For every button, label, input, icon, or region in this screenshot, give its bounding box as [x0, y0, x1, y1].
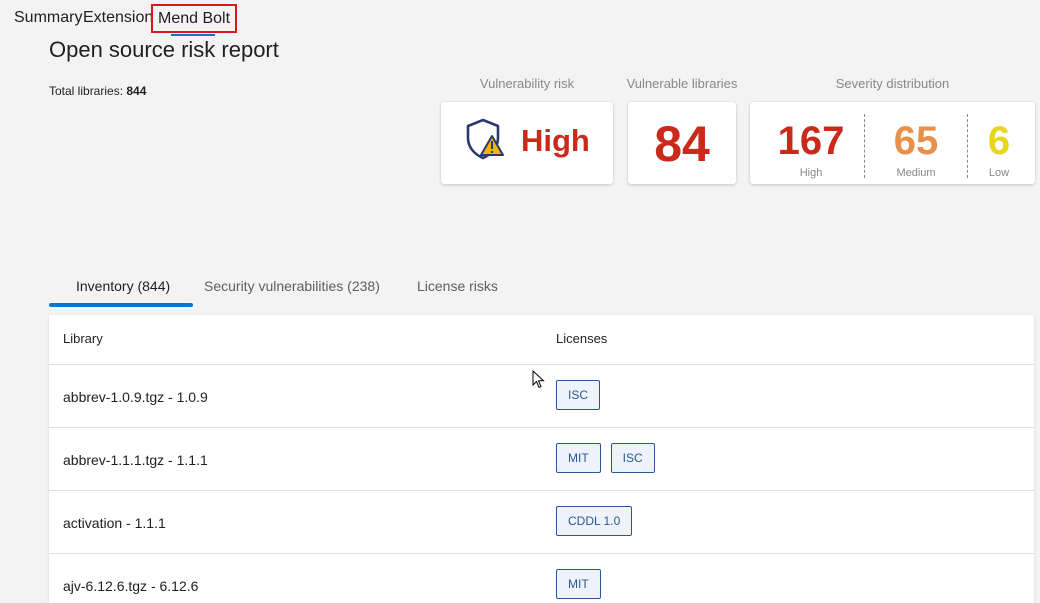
- severity-divider: [967, 114, 968, 178]
- license-list: CDDL 1.0: [556, 506, 633, 536]
- page-title: Open source risk report: [49, 37, 279, 62]
- tab-extensions[interactable]: Extensions: [83, 9, 161, 27]
- license-list: MIT: [556, 569, 601, 599]
- severity-medium-count: 65: [893, 119, 939, 163]
- column-header-licenses[interactable]: Licenses: [556, 331, 607, 346]
- tab-license-risks[interactable]: License risks: [417, 278, 498, 294]
- severity-high-label: High: [799, 167, 823, 179]
- active-tab-indicator: [171, 34, 215, 36]
- vulnerable-libraries-value: 84: [654, 116, 710, 172]
- license-badge[interactable]: ISC: [610, 443, 655, 473]
- shield-warning-icon: [466, 118, 504, 160]
- total-libraries-label: Total libraries:: [49, 84, 127, 98]
- table-row[interactable]: ajv-6.12.6.tgz - 6.12.6 MIT: [49, 554, 1034, 603]
- column-header-library[interactable]: Library: [63, 331, 103, 346]
- severity-low-count: 6: [987, 119, 1011, 163]
- license-badge[interactable]: CDDL 1.0: [556, 506, 633, 536]
- severity-high-count: 167: [777, 119, 845, 163]
- severity-distribution-card: 167 High 65 Medium 6 Low: [750, 102, 1035, 184]
- license-badge[interactable]: MIT: [556, 569, 601, 599]
- table-row[interactable]: activation - 1.1.1 CDDL 1.0: [49, 491, 1034, 554]
- library-name: ajv-6.12.6.tgz - 6.12.6: [63, 578, 199, 594]
- mouse-cursor-icon: [532, 370, 545, 389]
- tab-security-vulnerabilities[interactable]: Security vulnerabilities (238): [204, 278, 380, 294]
- license-badge[interactable]: MIT: [556, 443, 601, 473]
- severity-distribution-title: Severity distribution: [835, 76, 950, 91]
- tab-summary[interactable]: Summary: [14, 9, 82, 27]
- library-name: abbrev-1.1.1.tgz - 1.1.1: [63, 452, 208, 468]
- vulnerability-risk-title: Vulnerability risk: [479, 76, 575, 91]
- total-libraries: Total libraries: 844: [49, 84, 146, 98]
- library-name: activation - 1.1.1: [63, 515, 166, 531]
- table-header: Library Licenses: [49, 315, 1034, 365]
- severity-divider: [864, 114, 865, 178]
- license-list: MIT ISC: [556, 443, 655, 473]
- vulnerable-libraries-title: Vulnerable libraries: [626, 76, 738, 91]
- total-libraries-value: 844: [126, 84, 147, 98]
- license-list: ISC: [556, 380, 601, 410]
- severity-medium-label: Medium: [896, 167, 936, 179]
- license-badge[interactable]: ISC: [556, 380, 601, 410]
- severity-medium: 65 Medium: [868, 102, 964, 184]
- vulnerability-risk-card: High: [441, 102, 613, 184]
- inventory-table: Library Licenses abbrev-1.0.9.tgz - 1.0.…: [49, 315, 1034, 603]
- library-name: abbrev-1.0.9.tgz - 1.0.9: [63, 389, 208, 405]
- vulnerable-libraries-card: 84: [628, 102, 736, 184]
- vulnerability-risk-value: High: [521, 123, 590, 158]
- table-row[interactable]: abbrev-1.1.1.tgz - 1.1.1 MIT ISC: [49, 428, 1034, 491]
- severity-high: 167 High: [762, 102, 860, 184]
- tab-mend-bolt[interactable]: Mend Bolt: [151, 4, 238, 33]
- severity-low: 6 Low: [971, 102, 1027, 184]
- severity-low-label: Low: [988, 167, 1010, 179]
- tab-inventory[interactable]: Inventory (844): [76, 278, 170, 294]
- active-tab-indicator: [49, 303, 193, 307]
